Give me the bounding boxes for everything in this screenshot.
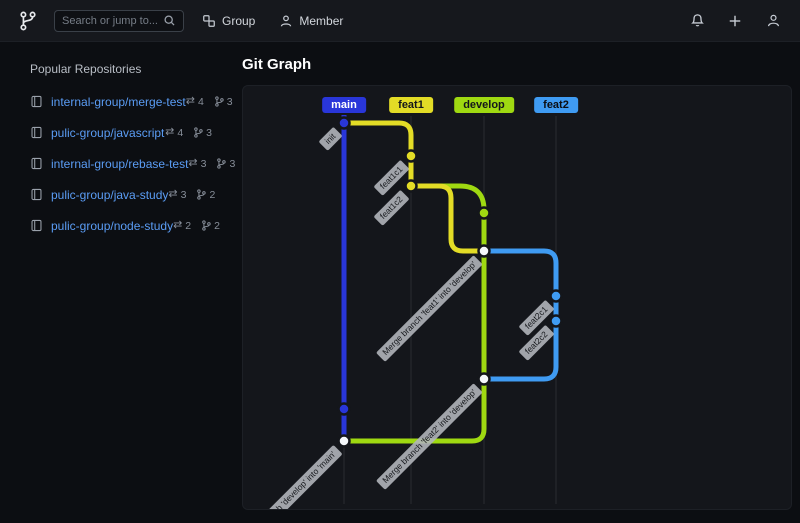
search-icon	[164, 15, 175, 26]
repo-stats: ⇄ 4 3	[165, 127, 212, 139]
compare-count: 4	[177, 126, 184, 139]
commit-dot-merge-develop-main[interactable]	[337, 434, 351, 448]
compare-count: 4	[197, 95, 204, 108]
search-box	[54, 9, 184, 32]
git-graph-panel: main feat1 develop feat2 init feat1c1 fe…	[242, 85, 792, 510]
repo-item: internal-group/merge-test ⇄ 4 3	[0, 86, 242, 117]
branch-count: 2	[214, 219, 220, 232]
branch-count: 2	[209, 188, 216, 201]
git-logo-icon[interactable]	[16, 9, 40, 33]
nav-item-group-label: Group	[222, 13, 256, 28]
branch-count: 3	[226, 95, 233, 108]
commit-dot-feat1c1[interactable]	[404, 149, 418, 163]
repo-stats: ⇄ 2 2	[173, 220, 220, 232]
branch-icon	[202, 220, 211, 231]
commit-dot-feat1c2[interactable]	[404, 179, 418, 193]
branch-line-feat1-merge	[411, 183, 484, 254]
compare-icon: ⇄	[173, 219, 183, 231]
compare-icon: ⇄	[188, 157, 198, 169]
branch-count: 3	[229, 157, 236, 170]
repo-item: pulic-group/java-study ⇄ 3 2	[0, 179, 242, 210]
nav-item-member-label: Member	[299, 13, 344, 28]
compare-count: 2	[185, 219, 192, 232]
branch-icon	[214, 96, 224, 107]
repo-stats: ⇄ 3 2	[168, 189, 215, 201]
user-avatar-icon[interactable]	[762, 10, 784, 32]
compare-icon: ⇄	[165, 126, 175, 138]
repo-item: internal-group/rebase-test ⇄ 3 3	[0, 148, 242, 179]
member-icon	[281, 14, 292, 26]
main-area: Git Graph main feat1 develop feat2 init …	[242, 42, 800, 523]
repo-book-icon	[31, 219, 42, 232]
compare-icon: ⇄	[168, 188, 178, 200]
branch-icon	[217, 158, 227, 169]
repo-item: pulic-group/javascript ⇄ 4 3	[0, 117, 242, 148]
branch-badge-develop[interactable]: develop	[454, 97, 514, 113]
branch-icon	[194, 127, 203, 138]
commit-dot-feat2c1[interactable]	[549, 289, 563, 303]
app-window: Group Member	[0, 0, 800, 523]
repo-book-icon	[31, 157, 42, 170]
sidebar-title: Popular Repositories	[30, 62, 142, 76]
page-title: Git Graph	[242, 56, 312, 73]
notifications-bell-icon[interactable]	[686, 10, 708, 32]
branch-badge-feat1[interactable]: feat1	[389, 97, 433, 113]
repo-link[interactable]: pulic-group/java-study	[51, 188, 168, 202]
commit-dot-feat2c2[interactable]	[549, 314, 563, 328]
repo-link[interactable]: internal-group/rebase-test	[51, 157, 188, 171]
repo-book-icon	[31, 188, 42, 201]
top-navbar: Group Member	[0, 0, 800, 42]
commit-dot-merge-feat2-develop[interactable]	[477, 372, 491, 386]
sidebar: Popular Repositories internal-group/merg…	[0, 42, 242, 523]
branch-badge-main[interactable]: main	[322, 97, 366, 113]
branch-badge-feat2[interactable]: feat2	[534, 97, 578, 113]
branch-icon	[197, 189, 207, 200]
repo-book-icon	[31, 126, 42, 139]
repo-book-icon	[31, 95, 42, 108]
commit-dot-main-c2[interactable]	[337, 402, 351, 416]
repo-item: pulic-group/node-study ⇄ 2 2	[0, 210, 242, 241]
search-input[interactable]	[62, 14, 163, 27]
repo-stats: ⇄ 3 3	[188, 158, 235, 170]
commit-dot-init[interactable]	[337, 116, 351, 130]
navbar-actions	[686, 10, 784, 32]
compare-count: 3	[200, 157, 207, 170]
content-area: Popular Repositories internal-group/merg…	[0, 42, 800, 523]
compare-count: 3	[180, 188, 187, 201]
branch-count: 3	[206, 126, 212, 139]
nav-item-group[interactable]: Group	[202, 14, 255, 28]
group-icon	[203, 14, 215, 27]
compare-icon: ⇄	[185, 95, 195, 107]
commit-dot-developc1[interactable]	[477, 206, 491, 220]
git-graph-svg	[337, 115, 563, 504]
add-plus-icon[interactable]	[724, 10, 746, 32]
repo-link[interactable]: internal-group/merge-test	[51, 95, 186, 109]
repo-link[interactable]: pulic-group/node-study	[51, 219, 173, 233]
repo-link[interactable]: pulic-group/javascript	[51, 126, 164, 140]
nav-item-member[interactable]: Member	[279, 14, 343, 28]
repo-stats: ⇄ 4 3	[186, 96, 233, 108]
commit-dot-merge-feat1-develop[interactable]	[477, 244, 491, 258]
